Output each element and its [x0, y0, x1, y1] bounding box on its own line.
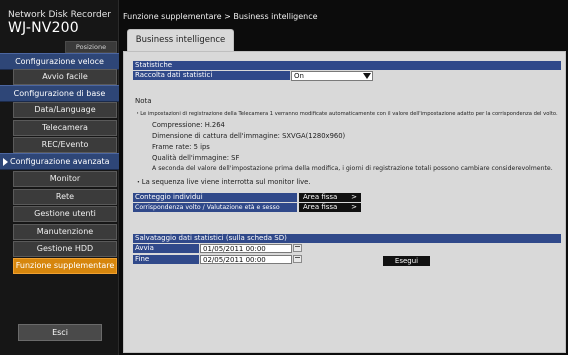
- note-line-7: ・La sequenza live viene interrotta sul m…: [135, 178, 311, 186]
- brand-model: WJ-NV200: [8, 20, 79, 36]
- start-label: Avvia: [133, 244, 199, 253]
- section-basic-setup[interactable]: Configurazione di base: [0, 85, 119, 102]
- brand-subtitle: Network Disk Recorder: [8, 10, 111, 20]
- logout-button[interactable]: Esci: [18, 324, 102, 341]
- main-area: Funzione supplementare > Business intell…: [120, 0, 568, 355]
- settings-panel: Statistiche Raccolta dati statistici On …: [123, 51, 566, 353]
- calendar-icon[interactable]: [293, 244, 302, 252]
- sidebar-item-user-management[interactable]: Gestione utenti: [13, 206, 117, 222]
- face-match-area-button[interactable]: Area fissa >: [299, 203, 361, 212]
- expand-arrow-icon: [3, 158, 8, 166]
- home-button[interactable]: Posizione iniziale: [65, 41, 117, 61]
- end-label: Fine: [133, 255, 199, 264]
- face-match-button-label: Area fissa: [303, 203, 338, 211]
- sidebar-item-maintenance[interactable]: Manutenzione: [13, 224, 117, 240]
- note-line-5: Qualità dell'immagine: SF: [152, 154, 240, 162]
- sidebar-item-camera[interactable]: Telecamera: [13, 120, 117, 136]
- chevron-down-icon: [363, 73, 371, 79]
- note-line-2: Compressione: H.264: [152, 121, 225, 129]
- sidebar-item-rec-event[interactable]: REC/Evento: [13, 137, 117, 153]
- note-title: Nota: [135, 97, 152, 105]
- section-quick-setup[interactable]: Configurazione veloce: [0, 53, 119, 70]
- statistics-header: Statistiche: [133, 61, 561, 70]
- chevron-right-icon: >: [351, 203, 357, 211]
- sidebar-item-network[interactable]: Rete: [13, 189, 117, 205]
- sidebar-item-date-language[interactable]: Data/Language: [13, 102, 117, 118]
- breadcrumb: Funzione supplementare > Business intell…: [123, 12, 318, 21]
- note-line-4: Frame rate: 5 ips: [152, 143, 210, 151]
- people-count-label: Conteggio individui: [133, 193, 297, 202]
- people-count-area-button[interactable]: Area fissa >: [299, 193, 361, 202]
- app-window: Network Disk Recorder WJ-NV200 Posizione…: [0, 0, 568, 355]
- chevron-right-icon: >: [351, 193, 357, 201]
- note-line-3: Dimensione di cattura dell'immagine: SXV…: [152, 132, 346, 140]
- calendar-icon[interactable]: [293, 255, 302, 263]
- sidebar-item-monitor[interactable]: Monitor: [13, 171, 117, 187]
- sidebar-item-easy-start[interactable]: Avvio facile: [13, 69, 117, 85]
- sidebar: Network Disk Recorder WJ-NV200 Posizione…: [0, 0, 119, 355]
- people-count-button-label: Area fissa: [303, 193, 338, 201]
- note-line-6: A seconda del valore dell'impostazione p…: [152, 165, 553, 172]
- execute-button[interactable]: Esegui: [383, 256, 430, 266]
- collect-stats-select[interactable]: On: [291, 71, 373, 81]
- collect-stats-label: Raccolta dati statistici: [133, 71, 290, 80]
- collect-stats-value: On: [294, 72, 304, 80]
- section-advanced-label: Configurazione avanzata: [10, 157, 110, 166]
- save-stats-header: Salvataggio dati statistici (sulla sched…: [133, 234, 561, 243]
- section-advanced-setup[interactable]: Configurazione avanzata: [0, 153, 119, 170]
- face-match-label: Corrispondenza volto / Valutazione età e…: [133, 203, 297, 212]
- end-date-input[interactable]: 02/05/2011 00:00: [200, 255, 292, 264]
- tab-business-intelligence[interactable]: Business intelligence: [127, 29, 234, 51]
- start-date-input[interactable]: 01/05/2011 00:00: [200, 244, 292, 253]
- sidebar-item-additional-function[interactable]: Funzione supplementare: [13, 258, 117, 274]
- note-line-1: ・Le impostazioni di registrazione della …: [135, 111, 558, 117]
- sidebar-item-hdd-management[interactable]: Gestione HDD: [13, 241, 117, 257]
